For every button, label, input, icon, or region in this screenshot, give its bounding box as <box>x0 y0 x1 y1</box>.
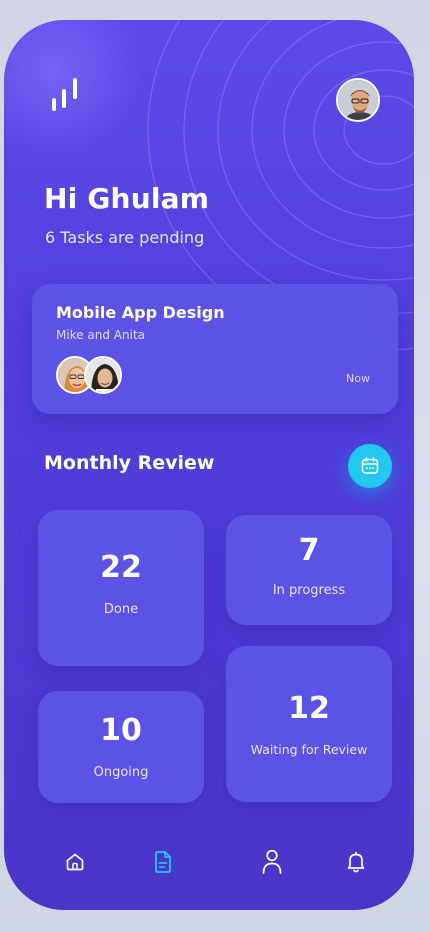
task-card[interactable]: Mobile App Design Mike and Anita Now <box>32 284 398 414</box>
task-member-avatars <box>56 356 136 396</box>
member-avatar-icon <box>86 358 120 392</box>
stat-card-ongoing[interactable]: 10 Ongoing <box>38 691 204 803</box>
nav-profile[interactable] <box>252 842 292 882</box>
task-title: Mobile App Design <box>56 303 225 322</box>
phone-screen: Hi Ghulam 6 Tasks are pending Mobile App… <box>4 20 414 910</box>
calendar-icon <box>361 457 379 474</box>
bottom-nav <box>4 832 414 892</box>
nav-home[interactable] <box>55 842 95 882</box>
stat-waiting-review-value: 12 <box>288 691 330 726</box>
monthly-review-title: Monthly Review <box>44 452 215 474</box>
stat-card-in-progress[interactable]: 7 In progress <box>226 515 392 625</box>
task-members: Mike and Anita <box>56 328 146 342</box>
member-avatar-anita <box>84 356 122 394</box>
stat-ongoing-label: Ongoing <box>93 765 149 780</box>
stat-waiting-review-label: Waiting for Review <box>250 742 368 757</box>
pending-tasks-subtitle: 6 Tasks are pending <box>45 228 205 247</box>
stat-done-label: Done <box>103 602 139 617</box>
task-time: Now <box>346 372 370 385</box>
stat-in-progress-value: 7 <box>298 533 320 568</box>
home-icon <box>66 853 84 871</box>
stat-ongoing-value: 10 <box>100 713 142 748</box>
user-avatar[interactable] <box>336 78 380 122</box>
greeting-title: Hi Ghulam <box>44 182 210 215</box>
document-icon <box>155 851 171 873</box>
app-logo-icon <box>52 78 77 111</box>
bell-icon <box>347 851 365 873</box>
nav-tasks[interactable] <box>143 842 183 882</box>
stat-card-waiting-review[interactable]: 12 Waiting for Review <box>226 646 392 802</box>
stat-in-progress-label: In progress <box>272 583 346 598</box>
stat-done-value: 22 <box>100 550 142 585</box>
user-avatar-icon <box>338 80 378 120</box>
nav-notifications[interactable] <box>336 842 376 882</box>
profile-icon <box>262 849 282 874</box>
calendar-button[interactable] <box>348 444 392 488</box>
stat-card-done[interactable]: 22 Done <box>38 510 204 666</box>
